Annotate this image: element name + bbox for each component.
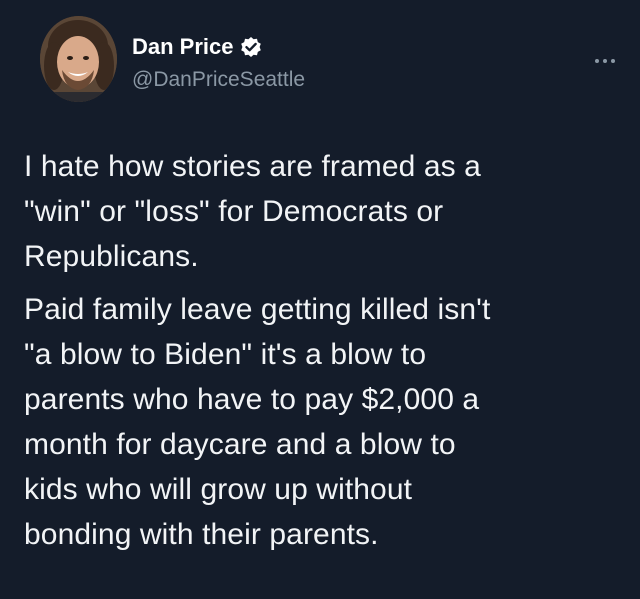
avatar[interactable] (40, 16, 117, 102)
tweet-paragraph: I hate how stories are framed as a "win"… (24, 150, 481, 273)
tweet-header: Dan Price @DanPriceSeattle (40, 16, 640, 106)
verified-badge-icon (240, 36, 262, 58)
tweet-card: Dan Price @DanPriceSeattle I hate how st… (0, 0, 640, 599)
author-display-name[interactable]: Dan Price (132, 34, 234, 60)
author-name-row[interactable]: Dan Price (132, 34, 262, 60)
more-horizontal-icon[interactable] (594, 52, 616, 63)
author-handle[interactable]: @DanPriceSeattle (132, 68, 305, 92)
tweet-text: I hate how stories are framed as a "win"… (24, 144, 620, 557)
avatar-image (40, 16, 117, 102)
tweet-paragraph: Paid family leave getting killed isn't "… (24, 293, 491, 551)
